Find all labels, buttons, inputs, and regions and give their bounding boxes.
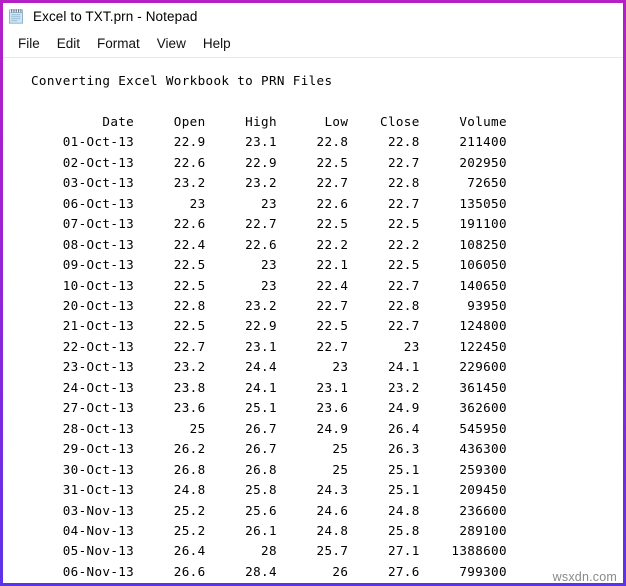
menu-item-help[interactable]: Help — [197, 34, 242, 53]
menu-item-view[interactable]: View — [151, 34, 197, 53]
menu-item-edit[interactable]: Edit — [51, 34, 91, 53]
window-client-area: Excel to TXT.prn - Notepad File Edit For… — [3, 3, 623, 583]
document-text[interactable]: Converting Excel Workbook to PRN Files D… — [31, 71, 623, 583]
notepad-window: Excel to TXT.prn - Notepad File Edit For… — [0, 0, 626, 586]
text-editor-area[interactable]: Converting Excel Workbook to PRN Files D… — [3, 58, 623, 583]
watermark: wsxdn.com — [552, 570, 617, 584]
window-title: Excel to TXT.prn - Notepad — [33, 9, 198, 24]
menu-item-format[interactable]: Format — [91, 34, 151, 53]
menu-item-file[interactable]: File — [12, 34, 51, 53]
notepad-icon — [8, 8, 25, 25]
menu-bar: File Edit Format View Help — [3, 30, 623, 58]
title-bar: Excel to TXT.prn - Notepad — [3, 3, 623, 30]
